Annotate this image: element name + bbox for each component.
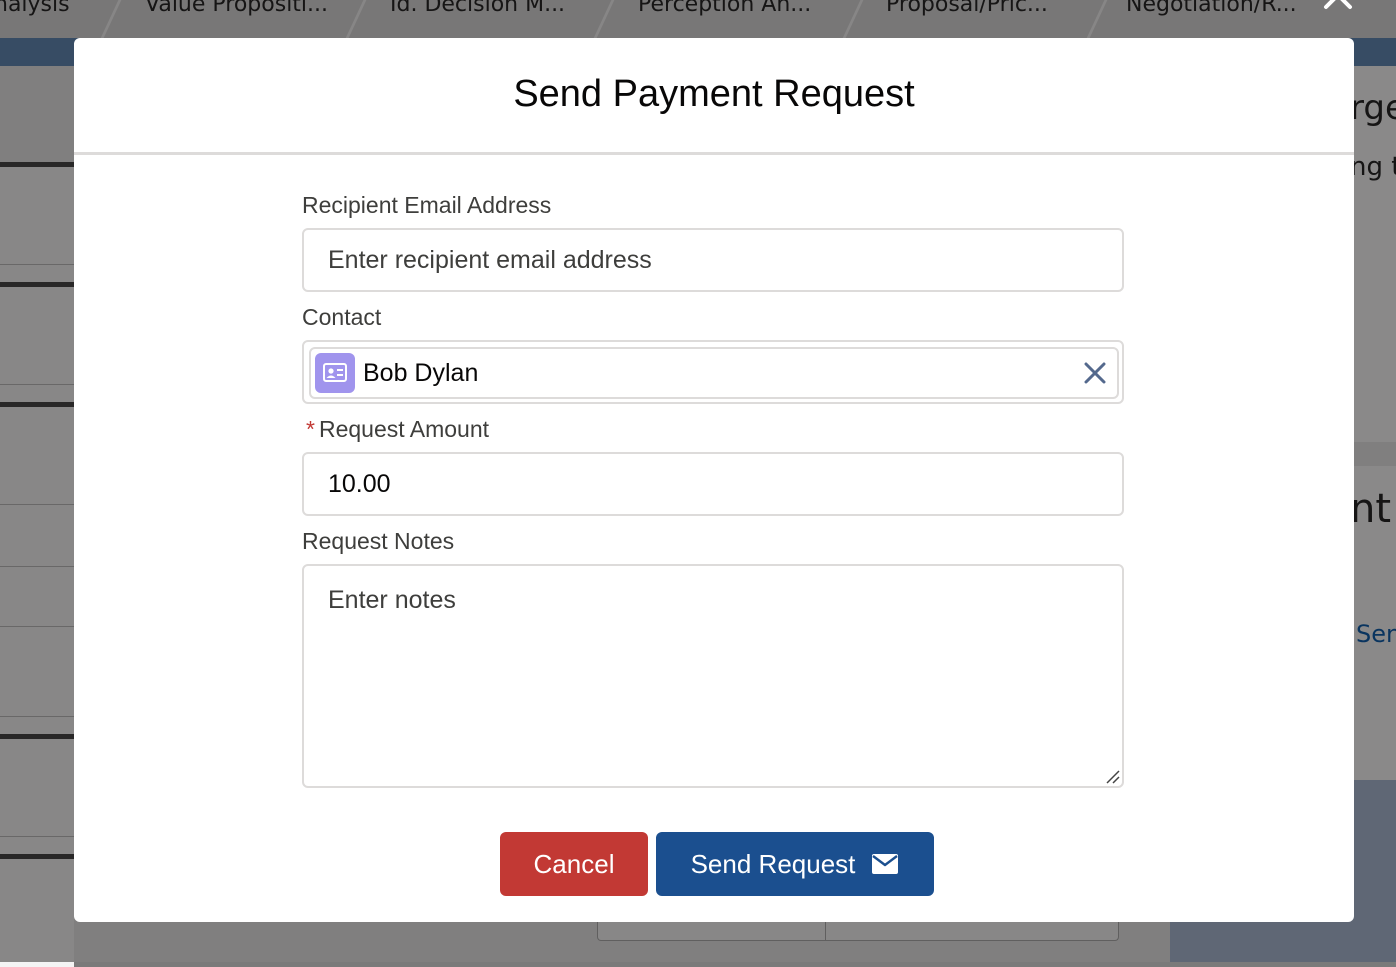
request-notes-textarea[interactable]: [304, 566, 1122, 786]
cancel-button-label: Cancel: [533, 848, 615, 879]
contact-pill[interactable]: Bob Dylan: [309, 347, 1119, 399]
request-notes-field: [302, 564, 1124, 788]
close-icon: [1324, 0, 1352, 9]
cancel-button[interactable]: Cancel: [500, 832, 648, 896]
remove-contact-icon[interactable]: [1083, 361, 1107, 385]
modal-header: Send Payment Request: [74, 38, 1354, 155]
required-marker: *: [306, 416, 315, 442]
recipient-email-input[interactable]: [304, 230, 1122, 290]
recipient-email-label: Recipient Email Address: [302, 192, 552, 218]
modal-title: Send Payment Request: [513, 73, 915, 115]
payment-request-modal: Send Payment Request Recipient Email Add…: [74, 38, 1354, 922]
request-amount-input[interactable]: [304, 454, 1122, 514]
resize-handle-icon[interactable]: [1104, 768, 1120, 784]
contact-name: Bob Dylan: [363, 359, 479, 387]
request-notes-label: Request Notes: [302, 528, 455, 554]
recipient-email-field: [302, 228, 1124, 292]
close-icon[interactable]: [1316, 0, 1360, 14]
contact-label: Contact: [302, 304, 382, 330]
envelope-icon: [872, 854, 899, 874]
contact-lookup-field[interactable]: Bob Dylan: [302, 340, 1124, 404]
request-amount-label-text: Request Amount: [318, 416, 490, 442]
request-amount-field: [302, 452, 1124, 516]
request-amount-label: * Request Amount: [302, 416, 489, 443]
contact-card-icon: [315, 353, 355, 393]
send-request-button-label: Send Request: [690, 848, 856, 879]
send-request-button[interactable]: Send Request: [656, 832, 934, 896]
